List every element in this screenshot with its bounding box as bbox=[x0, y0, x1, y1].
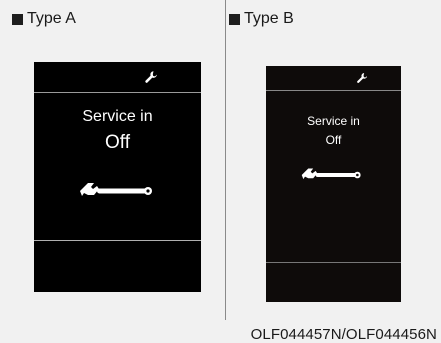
wrench-small-icon bbox=[145, 71, 157, 83]
service-in-text: Service in bbox=[82, 108, 153, 125]
service-in-text: Service in bbox=[307, 114, 360, 128]
type-b-label: Type B bbox=[244, 10, 294, 27]
square-bullet-icon bbox=[12, 13, 23, 25]
display-top-rule bbox=[34, 92, 201, 93]
wrench-small-icon bbox=[357, 73, 368, 83]
figure-code-caption: OLF044457N/OLF044456N bbox=[250, 326, 437, 343]
display-bottom-rule bbox=[34, 240, 201, 241]
type-a-heading: Type A bbox=[12, 10, 76, 28]
type-a-label: Type A bbox=[27, 10, 76, 27]
square-bullet-icon bbox=[229, 13, 240, 25]
display-bottom-rule bbox=[266, 262, 401, 263]
display-top-rule bbox=[266, 90, 401, 91]
wrench-icon bbox=[301, 168, 361, 180]
service-status-text: Off bbox=[105, 132, 130, 153]
service-status-text: Off bbox=[325, 133, 342, 147]
wrench-icon bbox=[80, 183, 152, 196]
type-b-heading: Type B bbox=[229, 10, 294, 28]
cluster-display-type-b: Service in Off bbox=[266, 66, 401, 302]
cluster-display-type-a: Service in Off bbox=[34, 62, 201, 292]
panel-divider bbox=[225, 0, 226, 320]
